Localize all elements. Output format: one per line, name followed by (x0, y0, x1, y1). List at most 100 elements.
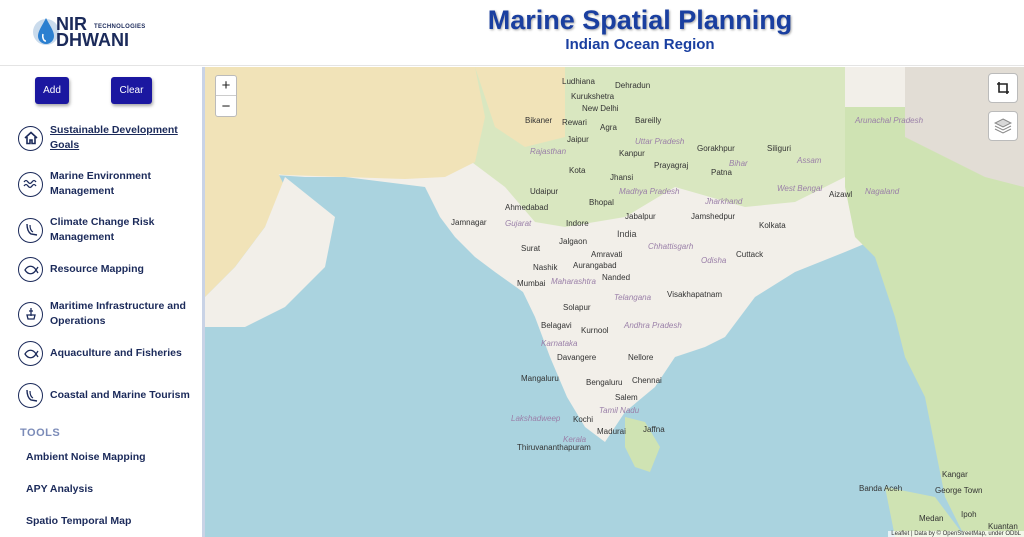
map-label: Chennai (632, 376, 662, 385)
map-label: Banda Aceh (859, 484, 903, 493)
map-label: Jhansi (610, 173, 634, 182)
map-label: Uttar Pradesh (635, 137, 685, 146)
sidebar-item-label: Sustainable Development Goals (50, 124, 178, 151)
sidebar-item-coastal-and-marine-tourism[interactable]: Coastal and Marine Tourism (18, 383, 198, 408)
map-label: Dehradun (615, 81, 651, 90)
map-label: Siliguri (767, 144, 792, 153)
map-label: Kurukshetra (571, 92, 615, 101)
map-label: Bareilly (635, 116, 662, 125)
map-label: Telangana (614, 293, 652, 302)
map-label: Amravati (591, 250, 623, 259)
map-label: Jamnagar (451, 218, 487, 227)
tools-heading: TOOLS (20, 427, 61, 439)
map-label: Ludhiana (562, 77, 595, 86)
map-view[interactable]: + − Ludhiana Dehradun Kurukshetra New De… (205, 67, 1024, 537)
map-label: Mumbai (517, 279, 546, 288)
map-label: Ahmedabad (505, 203, 549, 212)
sidebar-item-label: Resource Mapping (50, 263, 144, 275)
map-label: Patna (711, 168, 732, 177)
coast-icon (18, 217, 43, 243)
map-label: Rewari (562, 118, 587, 127)
map-label: Mangaluru (521, 374, 559, 383)
map-label: Nagaland (865, 187, 900, 196)
map-label: Nashik (533, 263, 558, 272)
map-label: Bihar (729, 159, 748, 168)
map-label: Kerala (563, 435, 587, 444)
map-label: Jharkhand (705, 197, 743, 206)
layers-icon (994, 118, 1012, 134)
waves-icon (18, 171, 43, 197)
map-label: Chhattisgarh (648, 242, 694, 251)
map-label: Madhya Pradesh (619, 187, 680, 196)
brand-line2: DHWANI (56, 30, 129, 50)
map-label: Bikaner (525, 116, 553, 125)
map-label: Kangar (942, 470, 968, 479)
map-label: Prayagraj (654, 161, 689, 170)
map-label: Kanpur (619, 149, 645, 158)
sidebar-item-resource-mapping[interactable]: Resource Mapping (18, 257, 198, 282)
map-label: Thiruvananthapuram (517, 443, 591, 452)
map-label: Tamil Nadu (599, 406, 640, 415)
map-label: Nanded (602, 273, 631, 282)
draw-rectangle-button[interactable] (988, 73, 1018, 103)
home-icon (18, 125, 43, 151)
map-label: Belagavi (541, 321, 572, 330)
map-label: George Town (935, 486, 983, 495)
map-label: Jamshedpur (691, 212, 736, 221)
map-label: Solapur (563, 303, 591, 312)
map-label: Kuantan (988, 522, 1018, 531)
app-header: NIR TECHNOLOGIES DHWANI Marine Spatial P… (0, 0, 1024, 66)
layers-button[interactable] (988, 111, 1018, 141)
add-button[interactable]: Add (35, 77, 69, 104)
sidebar-item-climate-change-risk-management[interactable]: Climate Change Risk Management (18, 215, 198, 245)
map-label: Udaipur (530, 187, 559, 196)
map-label: Ipoh (961, 510, 977, 519)
zoom-in-button[interactable]: + (216, 76, 236, 96)
map-label: Lakshadweep (511, 414, 561, 423)
tool-spatio-temporal-map[interactable]: Spatio Temporal Map (26, 515, 131, 527)
page-subtitle: Indian Ocean Region (565, 36, 715, 53)
map-label: Bhopal (589, 198, 614, 207)
map-label: Jalgaon (559, 237, 588, 246)
map-label: Nellore (628, 353, 654, 362)
sidebar-item-label: Coastal and Marine Tourism (50, 389, 190, 401)
map-label: Madurai (597, 427, 626, 436)
page-title: Marine Spatial Planning (487, 5, 793, 35)
map-label: Kurnool (581, 326, 609, 335)
map-label: Indore (566, 219, 589, 228)
tool-ambient-noise-mapping[interactable]: Ambient Noise Mapping (26, 451, 146, 463)
sidebar-item-sustainable-development-goals[interactable]: Sustainable Development Goals (18, 123, 198, 153)
map-attribution: Leaflet | Data by © OpenStreetMap, under… (888, 531, 1024, 537)
map-label: Bengaluru (586, 378, 623, 387)
map-label: Kota (569, 166, 586, 175)
clear-button[interactable]: Clear (111, 77, 152, 104)
sidebar-item-label: Maritime Infrastructure and Operations (50, 300, 186, 327)
map-label: Medan (919, 514, 944, 523)
sidebar: Add Clear Sustainable Development Goals … (0, 67, 205, 537)
map-label: West Bengal (777, 184, 823, 193)
map-label: Visakhapatnam (667, 290, 722, 299)
map-label: Karnataka (541, 339, 578, 348)
map-label: Gorakhpur (697, 144, 735, 153)
map-label: Odisha (701, 256, 727, 265)
map-basemap (205, 67, 1024, 537)
sidebar-item-label: Aquaculture and Fisheries (50, 347, 182, 359)
map-label: Rajasthan (530, 147, 567, 156)
zoom-out-button[interactable]: − (216, 96, 236, 116)
sidebar-item-aquaculture-and-fisheries[interactable]: Aquaculture and Fisheries (18, 341, 198, 366)
ship-icon (18, 301, 43, 327)
fish-icon (18, 341, 43, 366)
sidebar-item-marine-environment-management[interactable]: Marine Environment Management (18, 169, 198, 199)
map-label: New Delhi (582, 104, 619, 113)
map-label: Kolkata (759, 221, 786, 230)
map-label: Jaffna (643, 425, 665, 434)
map-label: Cuttack (736, 250, 764, 259)
sidebar-item-label: Climate Change Risk Management (50, 216, 155, 243)
tool-apy-analysis[interactable]: APY Analysis (26, 483, 93, 495)
map-label: Salem (615, 393, 638, 402)
map-label: Assam (797, 156, 822, 165)
map-label: India (617, 229, 637, 239)
map-label: Maharashtra (551, 277, 596, 286)
sidebar-item-maritime-infrastructure[interactable]: Maritime Infrastructure and Operations (18, 299, 198, 329)
map-label: Aizawl (829, 190, 853, 199)
